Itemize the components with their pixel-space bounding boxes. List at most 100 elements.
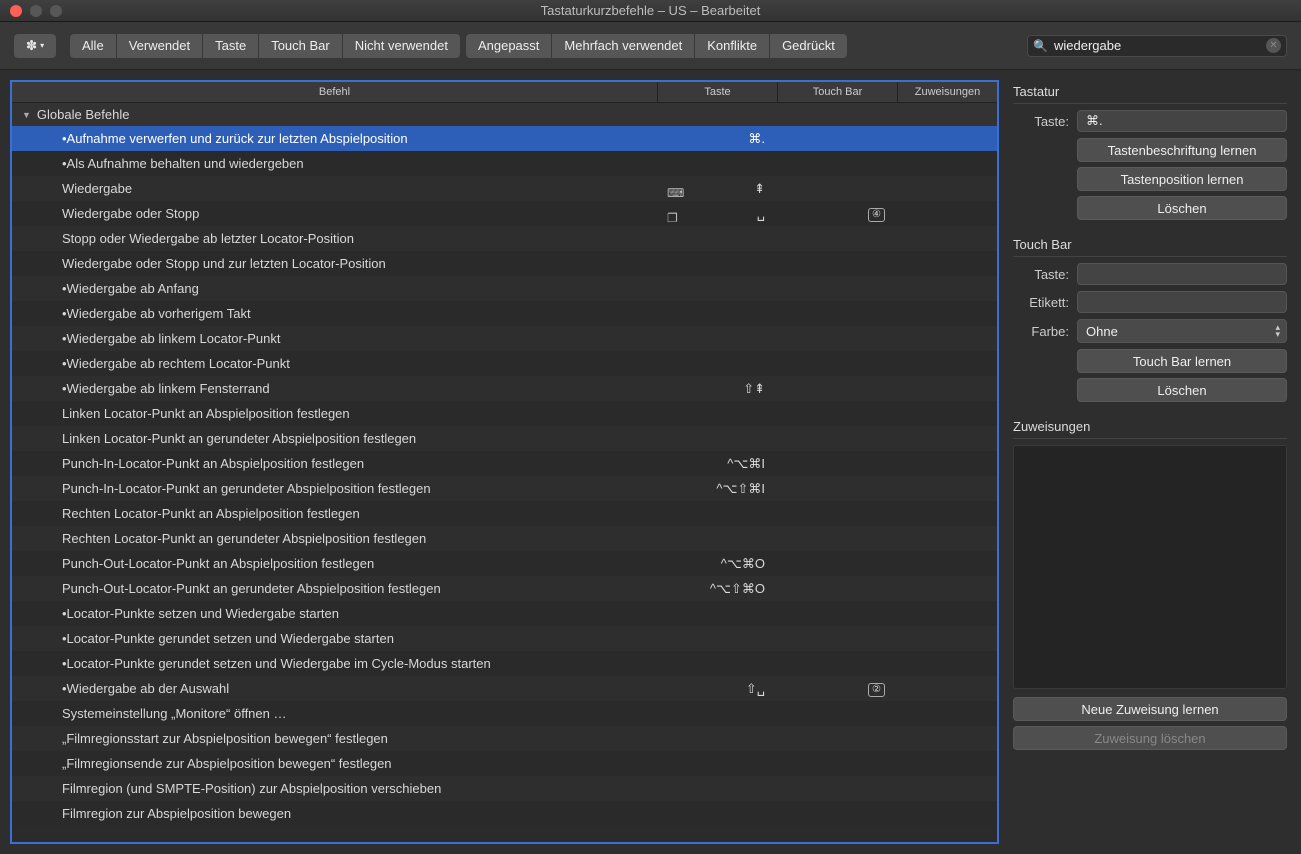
touchbar-etikett-field[interactable] [1077, 291, 1287, 313]
learn-key-label-button[interactable]: Tastenbeschriftung lernen [1077, 138, 1287, 162]
cell-key: ^⌥⇧⌘O [657, 581, 777, 597]
table-row[interactable]: Wiedergabe oder Stopp❐␣④ [12, 201, 997, 226]
assignments-list[interactable] [1013, 445, 1287, 689]
titlebar: Tastaturkurzbefehle – US – Bearbeitet [0, 0, 1301, 22]
cell-key: ⇧⇞ [657, 381, 777, 397]
filter-group-1: Alle Verwendet Taste Touch Bar Nicht ver… [70, 34, 460, 58]
keyboard-section: Tastatur Taste: Tastenbeschriftung lerne… [1013, 80, 1287, 225]
header-command[interactable]: Befehl [12, 82, 657, 102]
table-row[interactable]: •Wiedergabe ab Anfang [12, 276, 997, 301]
delete-assignment-button[interactable]: Zuweisung löschen [1013, 726, 1287, 750]
new-assignment-button[interactable]: Neue Zuweisung lernen [1013, 697, 1287, 721]
table-row[interactable]: •Locator-Punkte gerundet setzen und Wied… [12, 651, 997, 676]
cell-command: Punch-In-Locator-Punkt an gerundeter Abs… [12, 481, 657, 496]
table-row[interactable]: „Filmregionsstart zur Abspielposition be… [12, 726, 997, 751]
keyboard-taste-field[interactable] [1077, 110, 1287, 132]
cell-command: Stopp oder Wiedergabe ab letzter Locator… [12, 231, 657, 246]
header-key[interactable]: Taste [657, 82, 777, 102]
filter-alle[interactable]: Alle [70, 34, 116, 58]
table-row[interactable]: •Wiedergabe ab der Auswahl⇧␣② [12, 676, 997, 701]
touchbar-learn-button[interactable]: Touch Bar lernen [1077, 349, 1287, 373]
table-row[interactable]: Wiedergabe⌨⇞ [12, 176, 997, 201]
table-row[interactable]: Linken Locator-Punkt an Abspielposition … [12, 401, 997, 426]
traffic-lights [10, 5, 62, 17]
filter-group-2: Angepasst Mehrfach verwendet Konflikte G… [466, 34, 847, 58]
filter-gedrueckt[interactable]: Gedrückt [770, 34, 847, 58]
cell-command: Linken Locator-Punkt an Abspielposition … [12, 406, 657, 421]
cell-command: •Als Aufnahme behalten und wiedergeben [12, 156, 657, 171]
filter-angepasst[interactable]: Angepasst [466, 34, 551, 58]
cell-command: •Wiedergabe ab linkem Fensterrand [12, 381, 657, 396]
learn-key-position-button[interactable]: Tastenposition lernen [1077, 167, 1287, 191]
cell-command: Punch-Out-Locator-Punkt an Abspielpositi… [12, 556, 657, 571]
table-row[interactable]: Linken Locator-Punkt an gerundeter Abspi… [12, 426, 997, 451]
touchbar-badge: ④ [868, 208, 885, 222]
table-row[interactable]: Systemeinstellung „Monitore“ öffnen … [12, 701, 997, 726]
filter-verwendet[interactable]: Verwendet [117, 34, 202, 58]
filter-nicht-verwendet[interactable]: Nicht verwendet [343, 34, 460, 58]
cell-key: ❐␣ [657, 206, 777, 222]
gear-menu-button[interactable]: ✽▾ [14, 34, 56, 58]
table-row[interactable]: •Locator-Punkte gerundet setzen und Wied… [12, 626, 997, 651]
cell-touchbar: ④ [777, 205, 897, 222]
group-row[interactable]: ▼Globale Befehle [12, 103, 997, 126]
table-row[interactable]: •Als Aufnahme behalten und wiedergeben [12, 151, 997, 176]
table-row[interactable]: „Filmregionsende zur Abspielposition bew… [12, 751, 997, 776]
touchbar-etikett-label: Etikett: [1013, 295, 1069, 310]
side-panel: Tastatur Taste: Tastenbeschriftung lerne… [1013, 80, 1291, 844]
cell-key: ⇧␣ [657, 681, 777, 697]
cell-key: ^⌥⇧⌘I [657, 481, 777, 497]
table-row[interactable]: •Locator-Punkte setzen und Wiedergabe st… [12, 601, 997, 626]
table-row[interactable]: Rechten Locator-Punkt an Abspielposition… [12, 501, 997, 526]
search-icon: 🔍 [1033, 39, 1048, 53]
cell-command: •Locator-Punkte gerundet setzen und Wied… [12, 631, 657, 646]
content-area: Befehl Taste Touch Bar Zuweisungen ▼Glob… [0, 70, 1301, 854]
cell-command: Wiedergabe [12, 181, 657, 196]
gear-icon: ✽ [26, 38, 37, 54]
keyboard-taste-label: Taste: [1013, 114, 1069, 129]
key-indicator-icon: ❐ [667, 211, 678, 225]
filter-taste[interactable]: Taste [203, 34, 258, 58]
touchbar-delete-button[interactable]: Löschen [1077, 378, 1287, 402]
cell-command: •Wiedergabe ab Anfang [12, 281, 657, 296]
window-title: Tastaturkurzbefehle – US – Bearbeitet [541, 3, 761, 18]
window: Tastaturkurzbefehle – US – Bearbeitet ✽▾… [0, 0, 1301, 854]
table-row[interactable]: Wiedergabe oder Stopp und zur letzten Lo… [12, 251, 997, 276]
cell-command: •Wiedergabe ab der Auswahl [12, 681, 657, 696]
touchbar-taste-field[interactable] [1077, 263, 1287, 285]
table-row[interactable]: Filmregion zur Abspielposition bewegen [12, 801, 997, 826]
table-row[interactable]: Stopp oder Wiedergabe ab letzter Locator… [12, 226, 997, 251]
cell-command: Filmregion (und SMPTE-Position) zur Absp… [12, 781, 657, 796]
table-row[interactable]: Punch-In-Locator-Punkt an Abspielpositio… [12, 451, 997, 476]
filter-konflikte[interactable]: Konflikte [695, 34, 769, 58]
clear-search-icon[interactable]: ✕ [1266, 38, 1281, 53]
filter-touchbar[interactable]: Touch Bar [259, 34, 342, 58]
table-row[interactable]: Filmregion (und SMPTE-Position) zur Absp… [12, 776, 997, 801]
cell-command: Wiedergabe oder Stopp und zur letzten Lo… [12, 256, 657, 271]
table-row[interactable]: •Aufnahme verwerfen und zurück zur letzt… [12, 126, 997, 151]
cell-command: Punch-In-Locator-Punkt an Abspielpositio… [12, 456, 657, 471]
cell-command: Rechten Locator-Punkt an Abspielposition… [12, 506, 657, 521]
table-row[interactable]: Punch-Out-Locator-Punkt an gerundeter Ab… [12, 576, 997, 601]
close-icon[interactable] [10, 5, 22, 17]
table-row[interactable]: Rechten Locator-Punkt an gerundeter Absp… [12, 526, 997, 551]
table-row[interactable]: Punch-In-Locator-Punkt an gerundeter Abs… [12, 476, 997, 501]
table-body[interactable]: ▼Globale Befehle•Aufnahme verwerfen und … [12, 103, 997, 842]
toolbar: ✽▾ Alle Verwendet Taste Touch Bar Nicht … [0, 22, 1301, 70]
header-touchbar[interactable]: Touch Bar [777, 82, 897, 102]
header-assignments[interactable]: Zuweisungen [897, 82, 997, 102]
table-row[interactable]: •Wiedergabe ab linkem Fensterrand⇧⇞ [12, 376, 997, 401]
table-row[interactable]: Punch-Out-Locator-Punkt an Abspielpositi… [12, 551, 997, 576]
key-indicator-icon: ⌨ [667, 186, 684, 200]
cell-key: ^⌥⌘O [657, 556, 777, 572]
command-table: Befehl Taste Touch Bar Zuweisungen ▼Glob… [10, 80, 999, 844]
touchbar-farbe-select[interactable]: Ohne ▴▾ [1077, 319, 1287, 343]
select-arrows-icon: ▴▾ [1275, 324, 1280, 338]
table-row[interactable]: •Wiedergabe ab rechtem Locator-Punkt [12, 351, 997, 376]
search-input[interactable] [1027, 35, 1287, 57]
table-row[interactable]: •Wiedergabe ab linkem Locator-Punkt [12, 326, 997, 351]
table-row[interactable]: •Wiedergabe ab vorherigem Takt [12, 301, 997, 326]
filter-mehrfach[interactable]: Mehrfach verwendet [552, 34, 694, 58]
keyboard-delete-button[interactable]: Löschen [1077, 196, 1287, 220]
cell-command: „Filmregionsstart zur Abspielposition be… [12, 731, 657, 746]
